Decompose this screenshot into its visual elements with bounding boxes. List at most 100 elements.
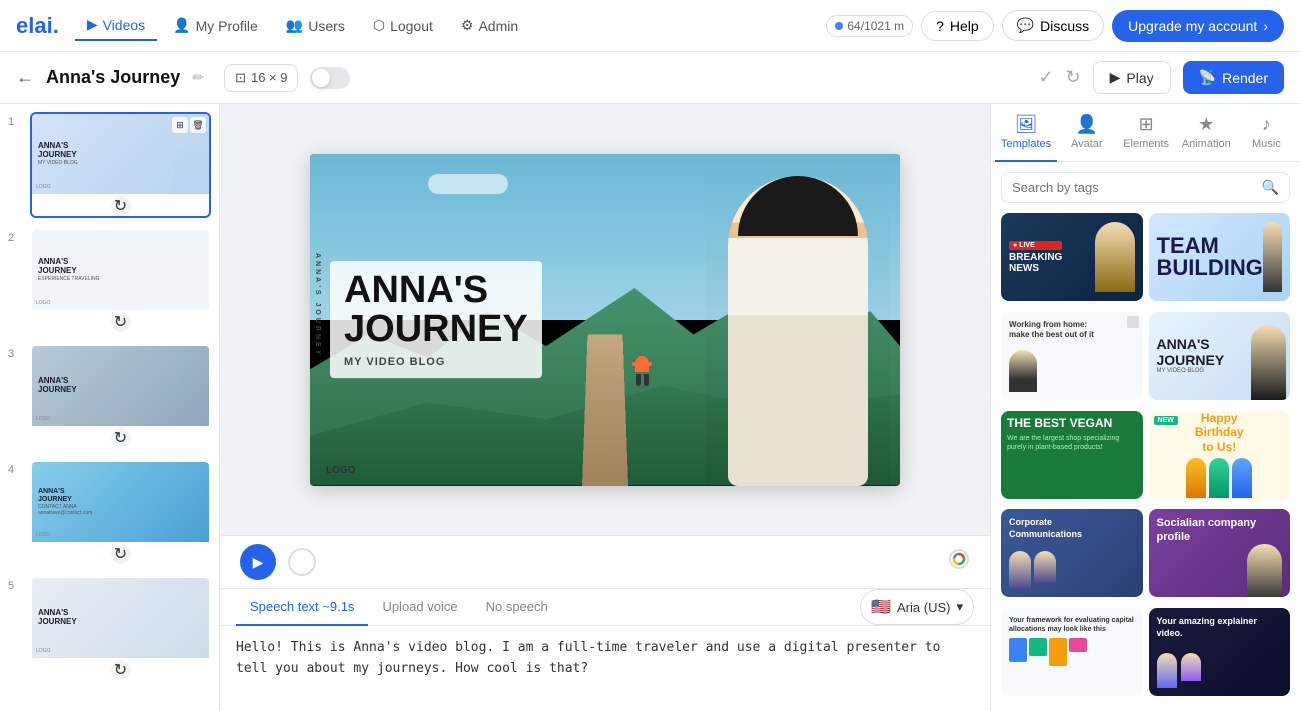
presenter-avatar [705, 154, 890, 486]
sub-header: ← Anna's Journey ✏ ⊡ 16 × 9 ✓ ↻ ▶ Play 📡… [0, 52, 1300, 104]
check-icon: ✓ [1038, 67, 1053, 88]
slide-preview: ANNA'SJOURNEY EXPERIENCE TRAVELING LOGO [32, 230, 209, 310]
slide-refresh-button[interactable]: ↻ [111, 196, 131, 216]
framework-title: Your framework for evaluating capital al… [1009, 616, 1135, 634]
slide-thumbnail[interactable]: ANNA'SJOURNEY CONTACT ANNAannatrave@cont… [30, 460, 211, 566]
slide-title-text: ANNA'SJOURNEY [38, 142, 77, 160]
wfh-person [1009, 350, 1037, 392]
team-building-person [1263, 222, 1282, 292]
slide-copy-icon[interactable]: ⊞ [172, 117, 188, 133]
slide-number: 2 [8, 228, 22, 244]
slide-thumbnail[interactable]: ⊞ 🗑 ANNA'SJOURNEY MY VIDEO BLOG LOGO ↻ [30, 112, 211, 218]
top-navigation: elai. ▶ Videos 👤 My Profile 👥 Users ⬡ Lo… [0, 0, 1300, 52]
slide-item[interactable]: 3 ANNA'SJOURNEY LOGO ↻ [8, 344, 211, 450]
render-icon: 📡 [1199, 69, 1216, 86]
slide-item[interactable]: 2 ANNA'SJOURNEY EXPERIENCE TRAVELING LOG… [8, 228, 211, 334]
slide-delete-icon[interactable]: 🗑 [190, 117, 206, 133]
slide-preview: ANNA'SJOURNEY LOGO [32, 578, 209, 658]
tab-music[interactable]: ♪ Music [1237, 104, 1296, 162]
discuss-icon: 💬 [1017, 17, 1034, 34]
tab-elements[interactable]: ⊞ Elements [1116, 104, 1175, 162]
slide-item[interactable]: 5 ANNA'SJOURNEY LOGO ↻ [8, 576, 211, 682]
cloud-decoration [428, 174, 508, 194]
music-icon: ♪ [1262, 114, 1271, 135]
slide-preview: ANNA'SJOURNEY LOGO [32, 346, 209, 426]
slide-refresh-button[interactable]: ↻ [111, 544, 131, 564]
video-icon: ▶ [87, 16, 98, 33]
socialian-person [1247, 544, 1282, 598]
socialian-title: Socialian company profile [1157, 517, 1283, 543]
templates-icon: 🖼 [1015, 114, 1038, 135]
right-panel: 🖼 Templates 👤 Avatar ⊞ Elements ★ Animat… [990, 104, 1300, 711]
render-button[interactable]: 📡 Render [1183, 61, 1284, 94]
slide-thumbnail[interactable]: ANNA'SJOURNEY LOGO ↻ [30, 344, 211, 450]
template-card-socialian[interactable]: Socialian company profile [1149, 509, 1291, 597]
template-card-framework[interactable]: Your framework for evaluating capital al… [1001, 608, 1143, 696]
search-icon: 🔍 [1262, 179, 1279, 196]
slide-logo-text: LOGO [36, 648, 50, 654]
speech-text-input[interactable]: Hello! This is Anna's video blog. I am a… [220, 626, 990, 706]
nav-my-profile[interactable]: 👤 My Profile [161, 11, 270, 40]
template-card-best-vegan[interactable]: THE BEST VEGAN We are the largest shop s… [1001, 411, 1143, 499]
discuss-button[interactable]: 💬 Discuss [1002, 10, 1104, 41]
nav-logout[interactable]: ⬡ Logout [361, 11, 445, 40]
loop-button[interactable] [288, 548, 316, 576]
template-search-input[interactable] [1012, 180, 1256, 195]
vegan-sub: We are the largest shop specializing pur… [1007, 434, 1137, 452]
help-button[interactable]: ? Help [921, 11, 994, 41]
edit-title-icon[interactable]: ✏ [192, 69, 204, 86]
nav-admin[interactable]: ⚙ Admin [449, 11, 530, 40]
play-button[interactable]: ▶ Play [1093, 61, 1171, 94]
template-card-corporate[interactable]: CorporateCommunications [1001, 509, 1143, 597]
usage-dot [835, 22, 843, 30]
explainer-title: Your amazing explainer video. [1157, 616, 1283, 639]
template-card-explainer[interactable]: Your amazing explainer video. [1149, 608, 1291, 696]
template-card-annas-journey[interactable]: ANNA'SJOURNEY MY VIDEO BLOG [1149, 312, 1291, 400]
aspect-ratio-icon: ⊡ [235, 70, 246, 86]
template-card-breaking-news[interactable]: ● LIVE BREAKINGNEWS [1001, 213, 1143, 301]
birthday-title: HappyBirthdayto Us! [1195, 411, 1244, 454]
slide-number: 4 [8, 460, 22, 476]
refresh-icon[interactable]: ↻ [1066, 67, 1081, 88]
playback-play-button[interactable]: ▶ [240, 544, 276, 580]
profile-icon: 👤 [173, 17, 190, 34]
back-button[interactable]: ← [16, 67, 34, 88]
slide-thumbnail[interactable]: ANNA'SJOURNEY LOGO ↻ [30, 576, 211, 682]
nav-videos[interactable]: ▶ Videos [75, 10, 157, 41]
canvas-subtitle: MY VIDEO BLOG [344, 356, 528, 368]
slide-avatar-preview [175, 144, 205, 194]
help-icon: ? [936, 18, 944, 34]
toggle-knob [312, 69, 330, 87]
upgrade-button[interactable]: Upgrade my account › [1112, 10, 1284, 42]
slide-refresh-button[interactable]: ↻ [111, 428, 131, 448]
flag-icon: 🇺🇸 [871, 597, 891, 617]
template-card-team-building[interactable]: TEAMBUILDING [1149, 213, 1291, 301]
slide-refresh-button[interactable]: ↻ [111, 312, 131, 332]
breaking-news-label: BREAKINGNEWS [1009, 252, 1062, 274]
slide-logo-text: LOGO [36, 184, 50, 190]
tab-speech-text[interactable]: Speech text ~9.1s [236, 589, 368, 626]
slide-thumbnail[interactable]: ANNA'SJOURNEY EXPERIENCE TRAVELING LOGO … [30, 228, 211, 334]
template-card-wfh[interactable]: Working from home:make the best out of i… [1001, 312, 1143, 400]
tab-templates[interactable]: 🖼 Templates [995, 104, 1057, 162]
preview-toggle[interactable] [310, 67, 350, 89]
tab-avatar[interactable]: 👤 Avatar [1057, 104, 1116, 162]
slide-item[interactable]: 1 ⊞ 🗑 ANNA'SJOURNEY MY VIDEO BLOG LOGO ↻ [8, 112, 211, 218]
logo: elai. [16, 13, 59, 39]
tab-animation[interactable]: ★ Animation [1176, 104, 1237, 162]
template-card-happy-birthday[interactable]: NEW HappyBirthdayto Us! [1149, 411, 1291, 499]
framework-bar [1069, 638, 1087, 652]
title-text-block[interactable]: ANNA'SJOURNEY MY VIDEO BLOG [330, 261, 542, 379]
users-icon: 👥 [286, 17, 303, 34]
birthday-figure [1186, 458, 1206, 498]
tab-no-speech[interactable]: No speech [472, 589, 562, 626]
nav-users[interactable]: 👥 Users [274, 11, 357, 40]
voice-selector[interactable]: 🇺🇸 Aria (US) ▾ [860, 589, 974, 625]
video-canvas[interactable]: ANNA'SJOURNEY MY VIDEO BLOG LOGO ANNA'S … [310, 154, 900, 486]
canvas-title-line1: ANNA'SJOURNEY [344, 271, 528, 351]
speech-section: Speech text ~9.1s Upload voice No speech… [220, 588, 990, 711]
slide-refresh-button[interactable]: ↻ [111, 660, 131, 680]
tab-upload-voice[interactable]: Upload voice [368, 589, 471, 626]
aspect-ratio-button[interactable]: ⊡ 16 × 9 [224, 64, 298, 92]
slide-item[interactable]: 4 ANNA'SJOURNEY CONTACT ANNAannatrave@co… [8, 460, 211, 566]
